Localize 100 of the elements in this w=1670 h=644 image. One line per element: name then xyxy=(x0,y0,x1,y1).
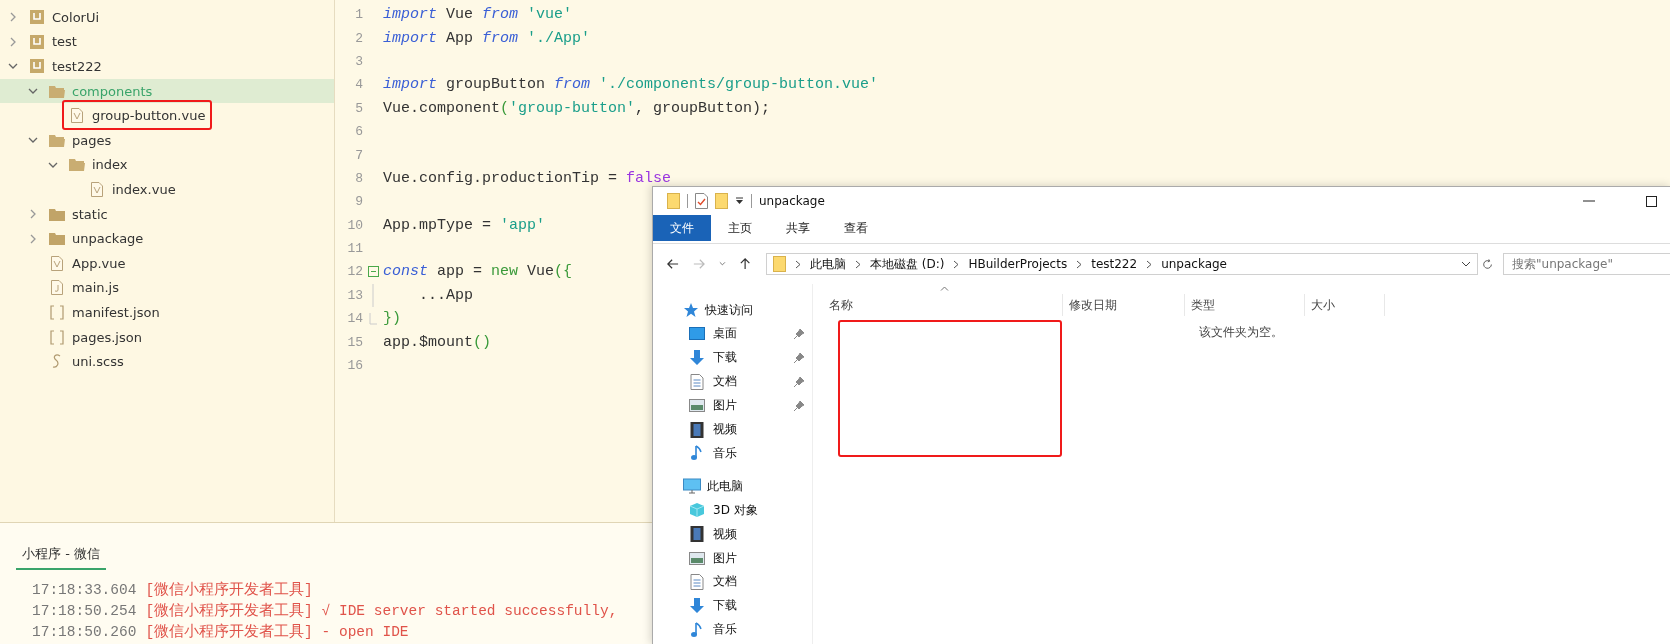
tree-item[interactable]: index.vue xyxy=(0,177,334,202)
project-icon xyxy=(30,10,44,25)
chevron-right-icon[interactable] xyxy=(1146,259,1153,269)
fold-toggle-icon[interactable] xyxy=(367,266,379,278)
log-message: [微信小程序开发者工具] √ IDE server started successfully, xyxy=(145,602,618,619)
column-header[interactable]: 大小 xyxy=(1305,294,1385,316)
nav-item[interactable]: 音乐 xyxy=(653,441,812,466)
folder-icon xyxy=(49,84,65,98)
code-line: app.$mount() xyxy=(383,333,492,351)
chevron-icon[interactable] xyxy=(28,233,38,244)
nav-item[interactable]: 音乐 xyxy=(653,617,812,642)
tree-item[interactable]: manifest.json xyxy=(0,300,334,325)
nav-item[interactable]: 快速访问 xyxy=(653,298,812,322)
tree-item[interactable]: unpackage xyxy=(0,226,334,251)
js-file-icon xyxy=(51,280,63,296)
code-line: App.mpType = 'app' xyxy=(383,216,546,234)
tree-item[interactable]: pages xyxy=(0,127,334,153)
chevron-down-icon[interactable] xyxy=(1460,261,1471,267)
tree-item[interactable]: main.js xyxy=(0,275,334,301)
nav-item[interactable]: 文档 xyxy=(653,570,812,594)
fold-guide xyxy=(369,312,377,325)
ribbon-tab[interactable]: 主页 xyxy=(711,215,769,241)
chevron-icon[interactable] xyxy=(8,36,18,47)
down-arrow-icon xyxy=(689,349,705,366)
nav-item[interactable]: 视频 xyxy=(653,522,812,547)
chevron-right-icon[interactable] xyxy=(953,259,960,269)
column-header[interactable]: 修改日期 xyxy=(1063,294,1185,316)
tree-item[interactable]: index xyxy=(0,152,334,178)
chevron-icon[interactable] xyxy=(8,12,18,23)
maximize-icon[interactable] xyxy=(1646,195,1657,207)
tree-item[interactable]: pages.json xyxy=(0,324,334,350)
pin-icon[interactable] xyxy=(794,376,804,387)
down-arrow-icon xyxy=(689,597,705,614)
back-arrow-icon[interactable] xyxy=(667,258,679,270)
breadcrumb[interactable]: test222 xyxy=(1091,257,1138,271)
picture-icon xyxy=(689,399,705,413)
up-arrow-icon[interactable] xyxy=(739,257,750,271)
console-tab[interactable]: 小程序 - 微信 xyxy=(16,543,106,570)
column-header[interactable]: 类型 xyxy=(1185,294,1305,316)
nav-item[interactable]: 图片 xyxy=(653,546,812,570)
column-header[interactable]: 名称 xyxy=(813,294,1063,316)
nav-item[interactable]: 视频 xyxy=(653,417,812,442)
line-number: 6 xyxy=(354,124,363,140)
nav-item[interactable]: 3D 对象 xyxy=(653,498,812,523)
nav-item[interactable]: 此电脑 xyxy=(653,474,812,499)
log-message: [微信小程序开发者工具] - open IDE xyxy=(145,623,409,640)
line-number: 13 xyxy=(346,287,363,303)
address-bar[interactable]: 此电脑 本地磁盘 (D:) HBuilderProjects test222 unpackage xyxy=(765,253,1478,275)
code-line: const app = new Vue({ xyxy=(383,263,573,281)
ribbon-tab[interactable]: 共享 xyxy=(769,215,827,241)
code-line: ...App xyxy=(418,286,473,304)
tree-item[interactable]: static xyxy=(0,201,334,227)
search-field[interactable]: 搜索"unpackage" xyxy=(1503,253,1670,275)
folder-icon xyxy=(69,158,85,172)
vue-file-icon xyxy=(51,255,63,271)
film-icon xyxy=(689,526,705,543)
nav-item[interactable]: 图片 xyxy=(653,393,812,418)
tree-item[interactable]: App.vue xyxy=(0,250,334,276)
tree-item[interactable]: uni.scss xyxy=(0,349,334,374)
tree-item[interactable]: test xyxy=(0,29,334,55)
pin-icon[interactable] xyxy=(794,328,804,339)
folder-icon xyxy=(49,133,65,147)
chevron-right-icon[interactable] xyxy=(1076,259,1083,269)
breadcrumb[interactable]: unpackage xyxy=(1161,257,1227,271)
nav-item[interactable]: 文档 xyxy=(653,369,812,394)
folder-icon xyxy=(49,232,65,246)
project-icon xyxy=(30,34,44,49)
nav-item[interactable]: 桌面 xyxy=(653,322,812,346)
breadcrumb[interactable]: 本地磁盘 (D:) xyxy=(869,255,945,273)
pin-icon[interactable] xyxy=(794,352,804,363)
window-title: unpackage xyxy=(759,194,825,208)
line-number: 11 xyxy=(346,241,363,257)
empty-folder-message: 该文件夹为空。 xyxy=(1199,324,1283,341)
line-number: 8 xyxy=(354,170,363,186)
tree-item[interactable]: test222 xyxy=(0,54,334,79)
tree-item[interactable]: ColorUi xyxy=(0,5,334,30)
line-number: 15 xyxy=(346,334,363,350)
log-time: 17:18:33.604 xyxy=(32,582,137,598)
tree-item[interactable]: group-button.vue xyxy=(0,103,334,128)
nav-item[interactable]: 下载 xyxy=(653,593,812,618)
folder-icon xyxy=(772,256,786,272)
ribbon-tab[interactable]: 文件 xyxy=(653,215,711,241)
log-message: [微信小程序开发者工具] xyxy=(145,582,313,598)
pin-icon[interactable] xyxy=(794,400,804,411)
checklist-icon[interactable] xyxy=(695,193,708,209)
nav-item[interactable]: 下载 xyxy=(653,345,812,370)
ribbon-tab[interactable]: 查看 xyxy=(827,215,885,241)
chevron-icon[interactable] xyxy=(28,209,38,220)
folder-icon xyxy=(49,207,65,221)
breadcrumb[interactable]: 此电脑 xyxy=(809,255,846,273)
chevron-right-icon[interactable] xyxy=(794,259,801,269)
code-line: Vue.config.productionTip = false xyxy=(383,169,672,187)
line-number: 4 xyxy=(354,77,363,93)
swirl-icon xyxy=(51,354,63,370)
line-number: 7 xyxy=(354,147,363,163)
line-number: 16 xyxy=(346,358,363,374)
chevron-right-icon[interactable] xyxy=(854,259,861,269)
refresh-icon[interactable] xyxy=(1481,257,1493,271)
dropdown-icon[interactable] xyxy=(735,197,744,205)
breadcrumb[interactable]: HBuilderProjects xyxy=(968,257,1068,271)
